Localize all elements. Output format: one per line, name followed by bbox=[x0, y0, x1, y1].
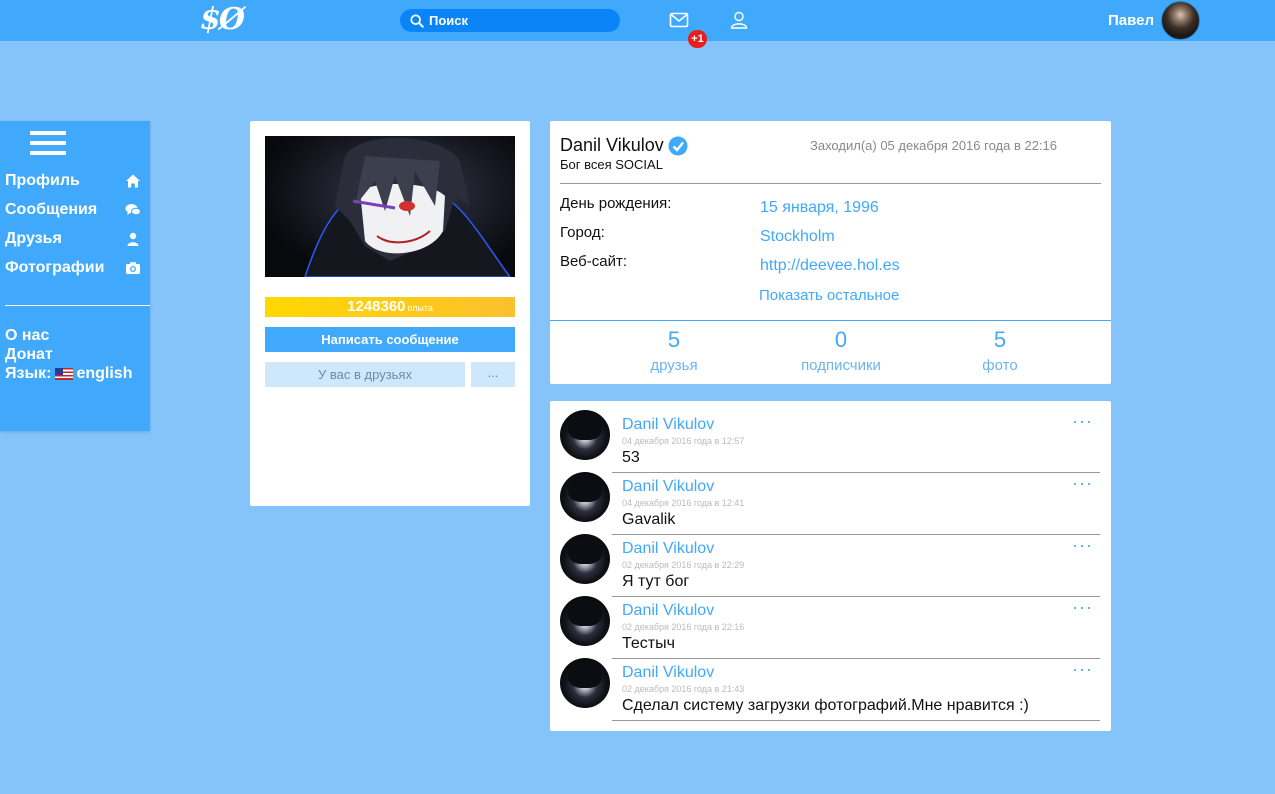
post-author[interactable]: Danil Vikulov bbox=[622, 664, 714, 682]
post-author-avatar[interactable] bbox=[560, 534, 610, 584]
current-user-avatar[interactable] bbox=[1161, 1, 1200, 40]
sidebar-divider bbox=[5, 305, 150, 306]
search-input[interactable]: Поиск bbox=[400, 9, 620, 32]
top-bar: $Ø Поиск +1 Павел bbox=[0, 0, 1275, 48]
camera-icon bbox=[126, 262, 140, 274]
post-author-avatar[interactable] bbox=[560, 658, 610, 708]
donate-link[interactable]: Донат bbox=[5, 346, 53, 364]
last-seen: Заходил(а) 05 декабря 2016 года в 22:16 bbox=[810, 138, 1057, 153]
search-placeholder: Поиск bbox=[429, 13, 469, 28]
wall-post: Danil Vikulov 02 декабря 2016 года в 22:… bbox=[550, 525, 1111, 597]
sidebar-item-label: Сообщения bbox=[5, 201, 98, 218]
post-divider bbox=[612, 720, 1100, 721]
stat-friends-count: 5 bbox=[667, 327, 681, 352]
post-date: 04 декабря 2016 года в 12:41 bbox=[622, 498, 745, 508]
chat-bubbles-icon bbox=[125, 204, 141, 216]
language-selector: Язык: english bbox=[5, 365, 132, 383]
profile-name-row: Danil Vikulov bbox=[560, 135, 688, 156]
write-message-button[interactable]: Написать сообщение bbox=[265, 327, 515, 352]
post-text: Сделал систему загрузки фотографий.Мне н… bbox=[622, 697, 1029, 714]
language-label: Язык: bbox=[5, 365, 52, 382]
wall-posts-card: Danil Vikulov 04 декабря 2016 года в 12:… bbox=[550, 401, 1111, 731]
current-user-name[interactable]: Павел bbox=[1100, 12, 1154, 29]
home-icon bbox=[126, 174, 140, 188]
us-flag-icon[interactable] bbox=[55, 368, 74, 380]
sidebar-item-messages[interactable]: Сообщения bbox=[5, 198, 141, 222]
post-menu-button[interactable]: ··· bbox=[1072, 598, 1093, 616]
birthday-label: День рождения: bbox=[560, 195, 672, 212]
profile-photo-illustration bbox=[304, 137, 511, 277]
user-icon[interactable] bbox=[730, 11, 748, 29]
post-author[interactable]: Danil Vikulov bbox=[622, 540, 714, 558]
profile-status: Бог всея SOCIAL bbox=[560, 157, 663, 172]
profile-photo[interactable] bbox=[265, 136, 515, 277]
wall-post: Danil Vikulov 04 декабря 2016 года в 12:… bbox=[550, 463, 1111, 535]
post-author-avatar[interactable] bbox=[560, 472, 610, 522]
sidebar-item-photos[interactable]: Фотографии bbox=[5, 256, 141, 280]
wall-post: Danil Vikulov 04 декабря 2016 года в 12:… bbox=[550, 401, 1111, 473]
post-menu-button[interactable]: ··· bbox=[1072, 660, 1093, 678]
stat-followers[interactable]: 0 подписчики bbox=[781, 326, 901, 378]
sidebar: Профиль Сообщения Друзья Фотографии О на… bbox=[0, 121, 150, 431]
sidebar-item-profile[interactable]: Профиль bbox=[5, 169, 141, 193]
post-date: 04 декабря 2016 года в 12:57 bbox=[622, 436, 745, 446]
post-menu-button[interactable]: ··· bbox=[1072, 412, 1093, 430]
post-date: 02 декабря 2016 года в 22:16 bbox=[622, 622, 745, 632]
experience-unit: опыта bbox=[407, 303, 433, 313]
sidebar-item-label: Профиль bbox=[5, 172, 80, 189]
mail-icon[interactable] bbox=[669, 12, 689, 28]
stats-divider bbox=[550, 320, 1111, 321]
sidebar-item-label: Фотографии bbox=[5, 259, 105, 276]
profile-info-card: Danil Vikulov Бог всея SOCIAL Заходил(а)… bbox=[550, 121, 1111, 384]
sidebar-item-friends[interactable]: Друзья bbox=[5, 227, 141, 251]
post-menu-button[interactable]: ··· bbox=[1072, 536, 1093, 554]
stat-photos-count: 5 bbox=[993, 327, 1007, 352]
post-author-avatar[interactable] bbox=[560, 410, 610, 460]
stat-followers-count: 0 bbox=[834, 327, 848, 352]
stat-photos-label: фото bbox=[982, 357, 1018, 374]
post-author[interactable]: Danil Vikulov bbox=[622, 478, 714, 496]
about-link[interactable]: О нас bbox=[5, 327, 49, 345]
site-logo[interactable]: $Ø bbox=[200, 2, 258, 38]
menu-icon[interactable] bbox=[30, 131, 66, 157]
search-icon bbox=[410, 13, 424, 28]
verified-badge-icon bbox=[668, 136, 688, 155]
wall-post: Danil Vikulov 02 декабря 2016 года в 21:… bbox=[550, 649, 1111, 721]
post-author[interactable]: Danil Vikulov bbox=[622, 602, 714, 620]
more-options-button[interactable]: ... bbox=[471, 362, 515, 387]
experience-bar: 1248360 опыта bbox=[265, 297, 515, 317]
post-date: 02 декабря 2016 года в 21:43 bbox=[622, 684, 745, 694]
experience-value: 1248360 bbox=[347, 298, 406, 315]
post-author-avatar[interactable] bbox=[560, 596, 610, 646]
friends-status-button[interactable]: У вас в друзьях bbox=[265, 362, 465, 387]
website-link[interactable]: http://deevee.hol.es bbox=[760, 257, 900, 275]
wall-post: Danil Vikulov 02 декабря 2016 года в 22:… bbox=[550, 587, 1111, 659]
info-divider bbox=[560, 183, 1101, 184]
post-author[interactable]: Danil Vikulov bbox=[622, 416, 714, 434]
website-label: Веб-сайт: bbox=[560, 253, 628, 270]
notification-badge[interactable]: +1 bbox=[688, 30, 707, 48]
stat-followers-label: подписчики bbox=[801, 357, 881, 374]
city-value[interactable]: Stockholm bbox=[760, 228, 835, 246]
post-menu-button[interactable]: ··· bbox=[1072, 474, 1093, 492]
stat-friends-label: друзья bbox=[650, 357, 698, 374]
profile-photo-card: 1248360 опыта Написать сообщение У вас в … bbox=[250, 121, 530, 506]
sidebar-item-label: Друзья bbox=[5, 230, 62, 247]
post-date: 02 декабря 2016 года в 22:29 bbox=[622, 560, 745, 570]
stat-friends[interactable]: 5 друзья bbox=[614, 326, 734, 378]
show-more-link[interactable]: Показать остальное bbox=[759, 287, 899, 304]
city-label: Город: bbox=[560, 224, 605, 241]
birthday-value[interactable]: 15 января, 1996 bbox=[760, 199, 879, 217]
person-icon bbox=[127, 232, 139, 246]
profile-name: Danil Vikulov bbox=[560, 135, 664, 155]
language-value[interactable]: english bbox=[76, 365, 132, 383]
stat-photos[interactable]: 5 фото bbox=[940, 326, 1060, 378]
